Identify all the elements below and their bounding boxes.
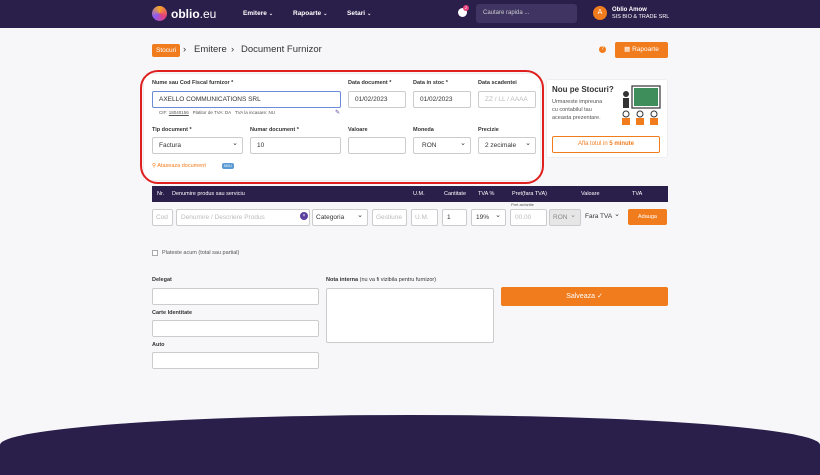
cantitate-input[interactable]: 1 — [442, 209, 467, 226]
valuta-select[interactable]: RON — [549, 208, 581, 226]
salveaza-button[interactable]: Salveaza ✓ — [501, 287, 668, 306]
nota-interna-textarea[interactable] — [326, 288, 494, 343]
promo-text: Urmareste impreuna cu contabilul tau aceas… — [552, 99, 603, 121]
paperclip-icon: ⚲ — [152, 163, 157, 169]
adauga-button[interactable]: Adauga — [628, 209, 667, 225]
col-denumire: Denumire produs sau serviciu — [172, 191, 245, 197]
categoria-select[interactable]: Categoria — [312, 208, 368, 226]
top-navbar — [0, 0, 820, 28]
search-input[interactable]: Cautare rapida ... — [476, 4, 577, 23]
rapoarte-button[interactable]: ▦ Rapoarte — [615, 42, 668, 58]
col-pret: Pret(fara TVA) — [512, 191, 547, 197]
delegat-label: Delegat — [152, 277, 172, 283]
col-valoare: Valoare — [581, 191, 600, 197]
numar-document-input[interactable]: 10 — [250, 137, 341, 154]
data-document-input[interactable]: 01/02/2023 — [348, 91, 406, 108]
col-tva: TVA % — [478, 191, 495, 197]
data-scadenta-label: Data scadentei — [478, 80, 517, 86]
cod-input[interactable]: Cod — [152, 209, 173, 226]
pret-achizitie-label: Pret achizitie — [511, 202, 534, 207]
col-nr: Nr. — [157, 191, 165, 197]
furnizor-label: Nume sau Cod Fiscal furnizor * — [152, 80, 234, 86]
footer-wave — [0, 415, 820, 475]
edit-icon[interactable]: ✎ — [335, 109, 340, 116]
pret-input[interactable]: 00.00 — [510, 209, 547, 226]
logo[interactable]: oblio.eu — [152, 6, 216, 21]
valoare-input[interactable] — [348, 137, 406, 154]
breadcrumb-emitere[interactable]: Emitere — [194, 44, 227, 55]
afla-totul-button[interactable]: Afla totul in 5 minute — [552, 136, 660, 153]
avatar[interactable]: A — [593, 6, 607, 20]
furnizor-info: CIF: 18040156 Platitor de TVA: DA TVA la… — [159, 110, 276, 115]
numar-document-label: Numar document * — [250, 127, 299, 133]
gestiune-input[interactable]: Gestiune — [372, 209, 407, 226]
auto-input[interactable] — [152, 352, 319, 369]
um-input[interactable]: U.M. — [411, 209, 438, 226]
data-scadenta-input[interactable]: ZZ / LL / AAAA — [478, 91, 536, 108]
logo-icon — [152, 6, 167, 21]
tva-select[interactable]: 19% — [471, 208, 506, 226]
breadcrumb-stocuri[interactable]: Stocuri — [152, 44, 181, 57]
nav-emitere[interactable]: Emitere ⌄ — [243, 10, 273, 17]
precizie-label: Precizie — [478, 127, 499, 133]
breadcrumb-sep: › — [183, 44, 187, 55]
chevron-down-icon: ⌄ — [268, 11, 274, 17]
check-icon: ✓ — [596, 293, 603, 300]
plateste-label: Plateste acum (total sau partial) — [162, 250, 240, 256]
delegat-input[interactable] — [152, 288, 319, 305]
page-title: Document Furnizor — [241, 44, 322, 55]
user-info[interactable]: Oblio Amow SIS BIO & TRADE SRL — [612, 7, 669, 21]
col-tva-value: TVA — [632, 191, 643, 197]
products-table-header: Nr. Denumire produs sau serviciu U.M. Ca… — [152, 186, 668, 202]
valoare-label: Valoare — [348, 127, 368, 133]
furnizor-input[interactable]: AXELLO COMMUNICATIONS SRL — [152, 91, 341, 108]
ataseaza-document-link[interactable]: ⚲ Ataseaza document — [152, 163, 206, 169]
carte-identitate-label: Carte Identitate — [152, 310, 193, 316]
chevron-down-icon: ⌄ — [367, 11, 372, 17]
presentation-illustration-icon — [618, 84, 662, 126]
denumire-input[interactable]: Denumire / Descriere Produs — [176, 209, 310, 226]
col-cantitate: Cantitate — [444, 191, 467, 197]
data-stoc-input[interactable]: 01/02/2023 — [413, 91, 471, 108]
carte-identitate-input[interactable] — [152, 320, 319, 337]
logo-text: oblio.eu — [171, 6, 217, 21]
col-um: U.M. — [413, 191, 425, 197]
nota-interna-label: Nota interna (nu va fi vizibila pentru f… — [326, 277, 437, 283]
data-document-label: Data document * — [348, 80, 392, 86]
help-icon[interactable]: ? — [599, 46, 606, 53]
tip-document-select[interactable]: Factura — [152, 136, 243, 154]
auto-label: Auto — [152, 342, 165, 348]
fara-tva-select[interactable]: Fara TVA — [583, 207, 624, 226]
chevron-down-icon: ⌄ — [323, 11, 328, 17]
moneda-label: Moneda — [413, 127, 434, 133]
nav-rapoarte[interactable]: Rapoarte ⌄ — [293, 10, 327, 17]
tip-document-label: Tip document * — [152, 127, 192, 133]
precizie-select[interactable]: 2 zecimale — [478, 136, 536, 154]
plateste-checkbox[interactable] — [152, 250, 158, 256]
moneda-select[interactable]: RON — [413, 136, 471, 154]
nou-badge: NOU — [222, 163, 234, 169]
notification-badge: 2 — [463, 5, 469, 11]
clear-icon[interactable]: × — [300, 212, 308, 220]
data-stoc-label: Data in stoc * — [413, 80, 448, 86]
breadcrumb-sep: › — [231, 44, 235, 55]
promo-title: Nou pe Stocuri? — [552, 85, 614, 94]
nav-setari[interactable]: Setari ⌄ — [347, 10, 371, 17]
